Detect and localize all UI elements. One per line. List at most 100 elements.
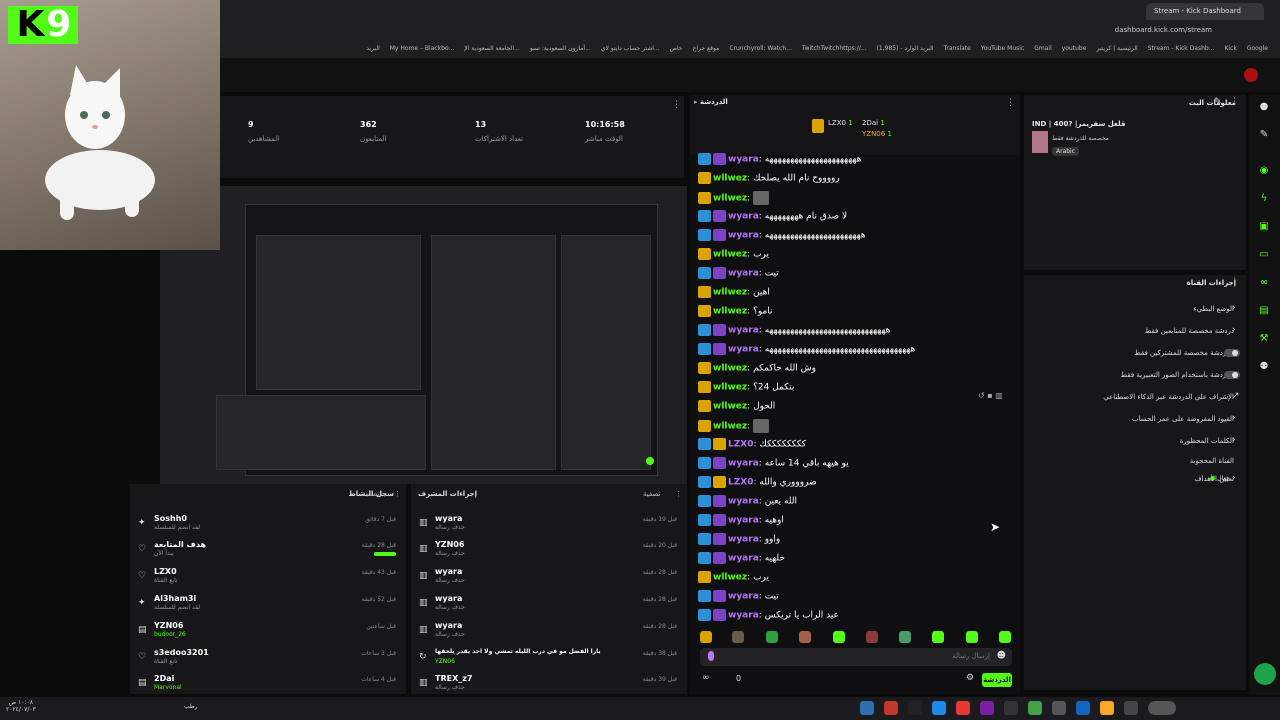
chat-username[interactable]: wllwez	[713, 250, 747, 260]
more-icon[interactable]: ⋮	[1230, 277, 1239, 287]
users-icon[interactable]: ⚉	[1257, 361, 1271, 375]
chat-message[interactable]: wyara: تيت	[698, 590, 779, 606]
chat-username[interactable]: wyara	[728, 269, 759, 279]
list-item[interactable]: ▥ wyara حذف رسالة قبل 19 دقيقة	[411, 512, 687, 538]
browser-tab[interactable]: Stream - Kick Dashboard	[1146, 3, 1264, 20]
chat-username[interactable]: wllwez	[713, 383, 747, 393]
chat-message[interactable]: wyara: يو هيهه باقي 14 ساعه	[698, 457, 849, 473]
message-actions[interactable]: ↺ ▪ ▥	[978, 391, 1003, 400]
chat-message[interactable]: wllwez:	[698, 419, 770, 435]
link-icon[interactable]: ∞	[1257, 277, 1271, 291]
gear-icon[interactable]: ⚙	[966, 673, 974, 683]
chat-username[interactable]: wyara	[728, 212, 759, 222]
chat-message[interactable]: wllwez: وش الله حاكمكم	[698, 362, 816, 378]
clock[interactable]: ١٠:٠٨ ص ٢٠٢٤/٠٧/٠٣	[6, 699, 36, 713]
bookmark-item[interactable]: البريد الوارد - (1,985)	[877, 45, 934, 55]
chat-username[interactable]: wyara	[728, 459, 759, 469]
bookmark-item[interactable]: My Home – Blackbo...	[390, 45, 455, 55]
bookmark-item[interactable]: youtube	[1062, 45, 1087, 55]
more-icon[interactable]: ⋮	[1230, 97, 1239, 107]
chat-username[interactable]: LZX0	[728, 440, 753, 450]
chat-username[interactable]: wyara	[728, 592, 759, 602]
chat-message[interactable]: wyara: هههههههههههههههههههههههه	[698, 229, 866, 245]
more-icon[interactable]: ⋮	[394, 490, 401, 498]
chat-message[interactable]: wyara: عيد الراب يا تريكس	[698, 609, 839, 625]
list-item[interactable]: ▥ wyara حذف رسالة قبل 28 دقيقة	[411, 565, 687, 591]
chat-message[interactable]: wyara: خلهيه	[698, 552, 785, 568]
chat-message[interactable]: wyara: هههههههههههههههههههههههههههههه	[698, 324, 890, 340]
list-item[interactable]: ▥ wyara حذف رسالة قبل 28 دقيقة	[411, 619, 687, 645]
chat-username[interactable]: wllwez	[713, 174, 747, 184]
chat-username[interactable]: wllwez	[713, 422, 747, 432]
chat-message[interactable]: wyara: تيت	[698, 267, 779, 283]
emote-bar[interactable]	[690, 631, 1020, 647]
pencil-icon[interactable]: ✎	[1257, 129, 1271, 143]
activity-filter-button[interactable]: تصفية	[362, 490, 379, 498]
chat-message[interactable]: wyara: واوو	[698, 533, 780, 549]
chat-username[interactable]: wllwez	[713, 402, 747, 412]
bolt-icon[interactable]: ϟ	[1257, 193, 1271, 207]
chat-username[interactable]: wyara	[728, 231, 759, 241]
send-chat-button[interactable]: الدردشة	[982, 673, 1012, 687]
chat-username[interactable]: wllwez	[713, 288, 747, 298]
ai-moderation-item[interactable]: الإشراف على الدردشة عبر الذكاء الاصطناعي	[1103, 393, 1234, 401]
banned-words-item[interactable]: الكلمات المحظورة	[1180, 437, 1234, 445]
bookmark-item[interactable]: اشتر حساب دايتو لاي...	[601, 45, 660, 55]
chat-username[interactable]: wyara	[728, 497, 759, 507]
url-text[interactable]: dashboard.kick.com/stream	[1115, 26, 1212, 34]
weather-label[interactable]: رطب	[184, 703, 198, 710]
chat-message[interactable]: wllwez: يرب	[698, 571, 769, 587]
list-item[interactable]: ♡ LZX0 تابع القناة قبل 43 دقيقة	[130, 565, 406, 591]
bookmark-item[interactable]: البريد	[366, 45, 379, 55]
tools-icon[interactable]: ⚒	[1257, 333, 1271, 347]
list-item[interactable]: ♡ هدف المتابعة يبدأ الآن قبل 28 دقيقة	[130, 538, 406, 564]
chat-username[interactable]: wllwez	[713, 364, 747, 374]
list-item[interactable]: ✦ Soshh0 لقد انضم للسلسلة قبل 7 دقائق	[130, 512, 406, 538]
chat-username[interactable]: wyara	[728, 611, 759, 621]
chat-message[interactable]: wyara: الله يعين	[698, 495, 797, 511]
camera-icon[interactable]: ◉	[1257, 165, 1271, 179]
clipboard-icon[interactable]: ▣	[1257, 221, 1271, 235]
followers-only-item[interactable]: دردشة مخصصة للمتابعين فقط	[1145, 327, 1234, 335]
chat-username[interactable]: wllwez	[713, 194, 747, 204]
chat-users-icon[interactable]: ∞	[702, 673, 710, 683]
more-icon[interactable]: ⋮	[675, 490, 682, 498]
chat-message[interactable]: LZX0: ضروووري والله	[698, 476, 817, 492]
list-item[interactable]: ▤ 2Dai Marvonal قبل 4 ساعات	[130, 672, 406, 698]
chat-message[interactable]: wllwez: يرب	[698, 248, 769, 264]
chat-username[interactable]: wyara	[728, 155, 759, 165]
bookmark-item[interactable]: Gmail	[1034, 45, 1052, 55]
emoji-icon[interactable]: ☻	[997, 651, 1006, 661]
chat-message[interactable]: wllwez: رووووح نام الله يصلحك	[698, 172, 840, 188]
help-chat-button[interactable]	[1254, 663, 1276, 685]
list-item[interactable]: ▥ TREX_z7 حذف رسالة قبل 39 دقيقة	[411, 672, 687, 698]
list-item[interactable]: ✦ Al3ham3i لقد انضم للسلسلة قبل 52 دقيقة	[130, 592, 406, 618]
chat-username[interactable]: LZX0	[728, 478, 753, 488]
bookmark-item[interactable]: YouTube Music	[981, 45, 1024, 55]
edit-icon[interactable]: ✎	[1214, 97, 1222, 107]
emote-only-toggle[interactable]	[1224, 371, 1240, 379]
avatar[interactable]	[1244, 68, 1258, 82]
bookmark-item[interactable]: Translate	[944, 45, 971, 55]
list-item[interactable]: ↻ يارا الفضل مو في درب الليله تمشي ولا اح…	[411, 646, 687, 672]
chat-username[interactable]: wyara	[728, 554, 759, 564]
chat-message[interactable]: wyara: ههههههههههههههههههههههههههههههههه…	[698, 343, 915, 359]
bookmark-item[interactable]: Google	[1247, 45, 1268, 55]
bookmark-item[interactable]: الرئيسية | كريتير	[1096, 45, 1137, 55]
chat-username[interactable]: wyara	[728, 345, 759, 355]
mod-filter-button[interactable]: تصفية	[643, 490, 660, 498]
chat-message[interactable]: wyara: لا صدق نام ههههههههه	[698, 210, 847, 226]
bookmark-item[interactable]: Crunchyroll: Watch...	[729, 45, 792, 55]
bookmark-item[interactable]: Stream - Kick Dashb...	[1148, 45, 1215, 55]
bookmark-item[interactable]: أمازون السعودية: تسو...	[530, 45, 591, 55]
bookmark-item[interactable]: Kick	[1224, 45, 1236, 55]
chat-message[interactable]: LZX0: ككككككككك	[698, 438, 806, 454]
bookmark-item[interactable]: الجامعة السعودية الإ...	[464, 45, 520, 55]
slow-mode-item[interactable]: الوضع البطيء	[1193, 305, 1234, 313]
list-item[interactable]: ▤ YZN06 budoor_26 قبل ساعتين	[130, 619, 406, 645]
subscribers-only-toggle[interactable]	[1224, 349, 1240, 357]
chat-message[interactable]: wllwez: الحول	[698, 400, 775, 416]
bookmark-item[interactable]: TwitchTwitchhttps://...	[802, 45, 867, 55]
chat-message[interactable]: wllwez: نامو؟	[698, 305, 773, 321]
server-icon[interactable]: ▤	[1257, 305, 1271, 319]
